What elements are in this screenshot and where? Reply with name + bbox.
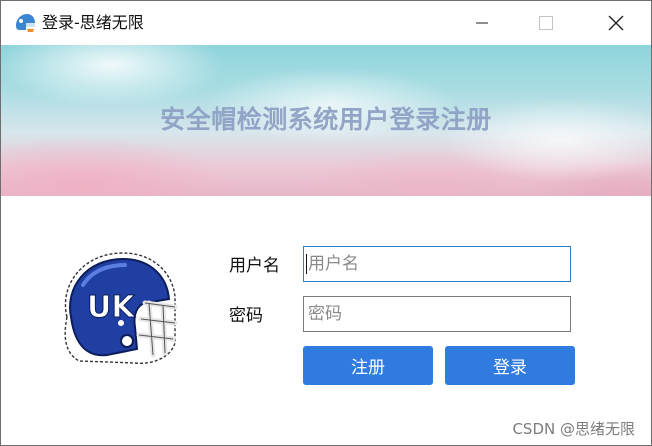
login-button[interactable]: 登录	[445, 346, 575, 385]
close-icon	[608, 15, 624, 31]
minimize-icon	[476, 22, 488, 24]
svg-text:UK: UK	[87, 290, 136, 325]
helmet-app-icon	[16, 14, 35, 32]
close-button[interactable]	[593, 1, 639, 45]
window-title: 登录-思绪无限	[42, 13, 144, 32]
header-banner: 安全帽检测系统用户登录注册	[1, 45, 651, 196]
minimize-button[interactable]	[459, 1, 505, 45]
text-caret	[306, 254, 307, 274]
maximize-icon	[539, 16, 553, 30]
watermark-text: CSDN @思绪无限	[512, 420, 635, 438]
register-button[interactable]: 注册	[303, 346, 433, 385]
password-label: 密码	[229, 306, 263, 326]
title-bar[interactable]: 登录-思绪无限	[1, 1, 651, 45]
username-input[interactable]	[303, 246, 571, 282]
banner-title: 安全帽检测系统用户登录注册	[160, 105, 492, 134]
username-label: 用户名	[229, 256, 280, 276]
login-window: 登录-思绪无限 安全帽检测系统用户登录注册 UK 用户名 用户名 密码 密码 注…	[0, 0, 652, 446]
password-input[interactable]	[303, 296, 571, 332]
helmet-logo-icon: UK	[64, 252, 178, 364]
maximize-button[interactable]	[523, 1, 569, 45]
